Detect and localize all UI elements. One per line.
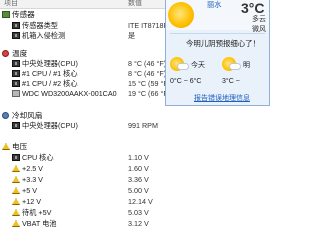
cpu-icon bbox=[12, 70, 20, 77]
sensor-board-icon bbox=[2, 11, 10, 18]
item-label: 待机 +5V bbox=[22, 208, 52, 217]
voltage-icon bbox=[12, 176, 20, 183]
item-value: 19 °C (66 °F) bbox=[128, 89, 171, 98]
cpu-icon bbox=[12, 154, 20, 161]
battery-icon bbox=[12, 220, 20, 227]
voltage-icon bbox=[12, 209, 20, 216]
thermometer-icon bbox=[2, 50, 9, 57]
sunny-icon bbox=[168, 2, 194, 28]
voltage-icon bbox=[12, 165, 20, 172]
forecast-day-name: 今天 bbox=[191, 62, 205, 69]
forecast-today: 今天 0°C ~ 6°C bbox=[166, 54, 216, 88]
item-label: +2.5 V bbox=[22, 164, 43, 173]
item-label: +3.3 V bbox=[22, 175, 43, 184]
cloud-icon bbox=[177, 63, 189, 70]
item-value: 5.00 V bbox=[128, 186, 149, 195]
cpu-icon bbox=[12, 80, 20, 87]
item-value: 12.14 V bbox=[128, 197, 153, 206]
item-value: 5.03 V bbox=[128, 208, 149, 217]
column-header-value: 数值 bbox=[128, 0, 142, 7]
forecast-tomorrow: 明 3°C ~ bbox=[218, 54, 268, 88]
item-label: +12 V bbox=[22, 197, 41, 206]
item-value: 3.12 V bbox=[128, 219, 149, 228]
item-value: 1.10 V bbox=[128, 153, 149, 162]
section-title: 电压 bbox=[12, 142, 28, 151]
forecast-range: 3°C ~ bbox=[222, 78, 240, 85]
voltage-icon bbox=[12, 198, 20, 205]
item-label: VBAT 电池 bbox=[22, 219, 57, 228]
section-title: 传感器 bbox=[12, 10, 35, 19]
fan-icon bbox=[2, 112, 9, 119]
item-value: 991 RPM bbox=[128, 121, 158, 130]
forecast-range: 0°C ~ 6°C bbox=[170, 78, 202, 85]
item-value: 1.60 V bbox=[128, 164, 149, 173]
item-label: CPU 核心 bbox=[22, 153, 54, 162]
voltage-icon bbox=[12, 187, 20, 194]
item-label: WDC WD3200AAKX-001CA0 bbox=[22, 89, 117, 98]
cloud-icon bbox=[229, 63, 241, 70]
voltage-icon bbox=[2, 143, 10, 150]
chip-icon bbox=[12, 22, 20, 29]
item-label: 机箱入侵检测 bbox=[22, 31, 66, 40]
report-location-error-link[interactable]: 报告错误地理信息 bbox=[194, 93, 250, 103]
cpu-icon bbox=[12, 122, 20, 129]
chassis-icon bbox=[12, 32, 20, 39]
item-value: 是 bbox=[128, 31, 136, 40]
weather-condition: 多云 bbox=[252, 16, 266, 23]
column-header-item: 项目 bbox=[4, 0, 18, 7]
item-value: 3.36 V bbox=[128, 175, 149, 184]
item-label: +5 V bbox=[22, 186, 37, 195]
forecast-day-name: 明 bbox=[243, 62, 250, 69]
weather-city[interactable]: 丽水 bbox=[207, 0, 221, 10]
cpu-icon bbox=[12, 60, 20, 67]
weather-message: 今明儿阴预报细心了！ bbox=[186, 39, 260, 48]
divider bbox=[170, 33, 265, 34]
item-label: 中央处理器(CPU) bbox=[22, 121, 78, 130]
hard-disk-icon bbox=[12, 90, 20, 97]
weather-popup: 丽水 3°C 多云 微风 今明儿阴预报细心了！ 今天 0°C ~ 6°C 明 3… bbox=[165, 0, 270, 106]
